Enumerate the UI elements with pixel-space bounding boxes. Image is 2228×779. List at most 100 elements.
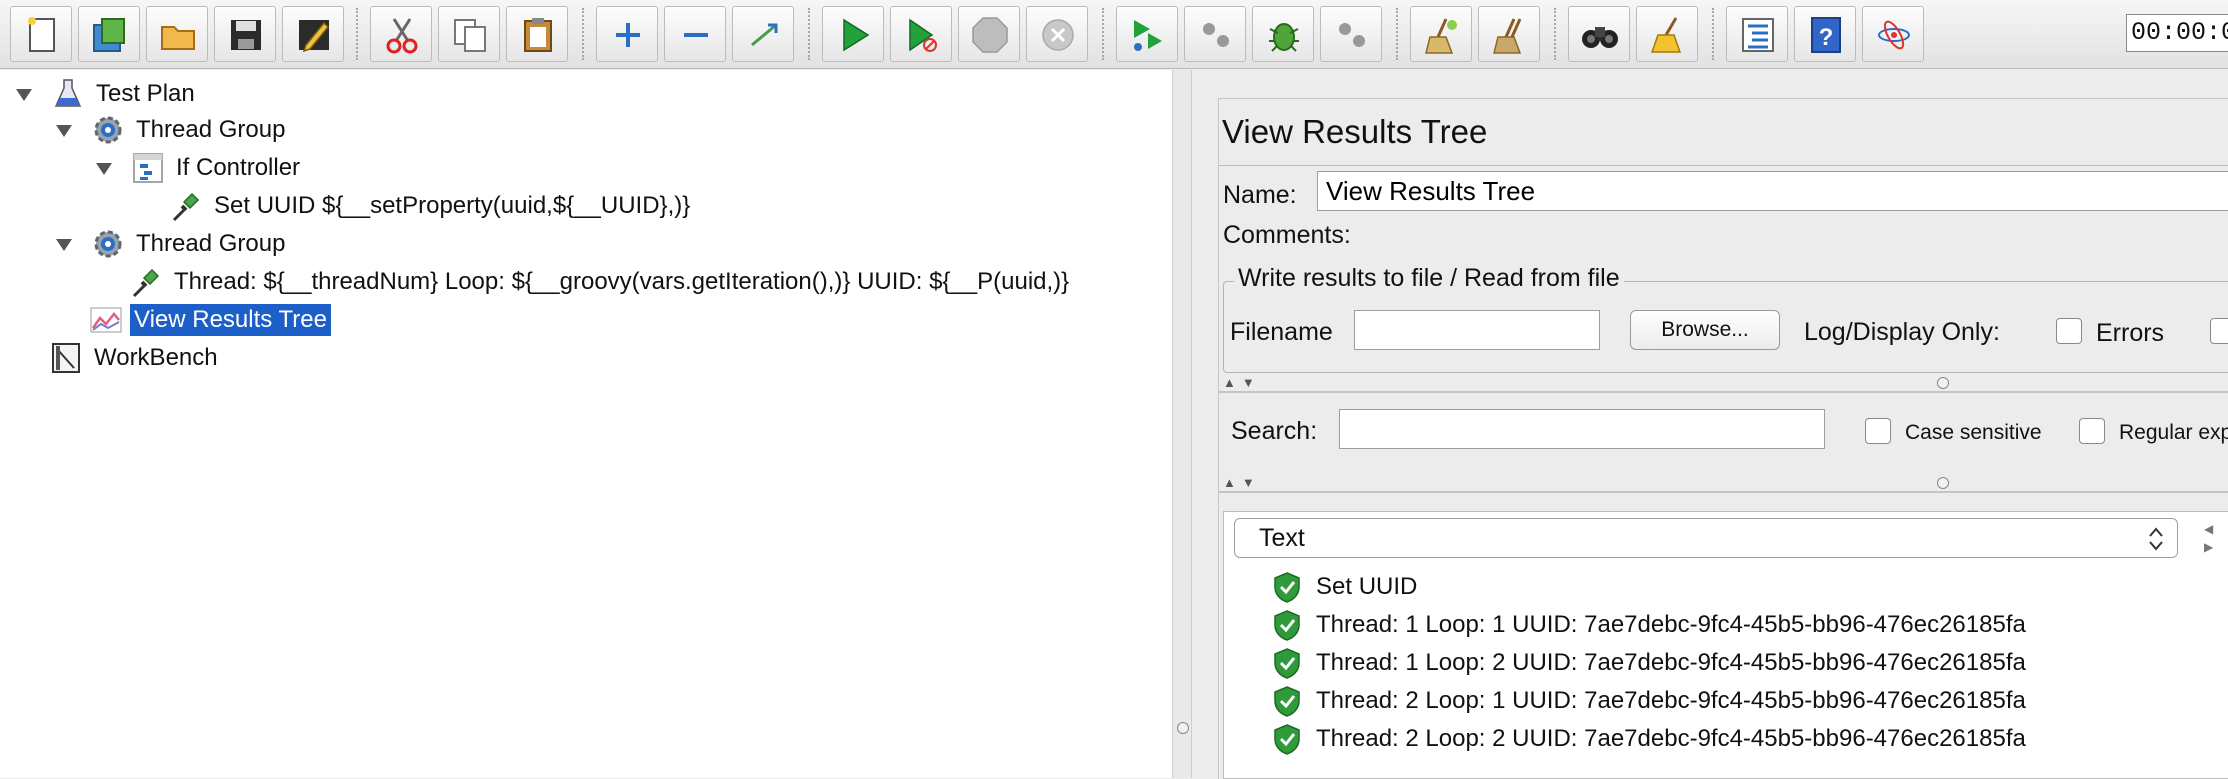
templates-icon — [93, 18, 125, 52]
search-input[interactable] — [1339, 409, 1825, 449]
success-shield-icon — [1274, 686, 1300, 717]
split-divider[interactable]: ▲▼ — [1219, 375, 2228, 393]
remote-start-icon — [1134, 20, 1162, 51]
tree-node-workbench[interactable]: WorkBench — [48, 340, 222, 376]
divider-grip[interactable] — [1937, 477, 1949, 489]
renderer-select[interactable]: Text — [1234, 518, 2178, 558]
filename-label: Filename — [1230, 318, 1333, 346]
save-button[interactable] — [214, 6, 276, 62]
name-label: Name: — [1223, 181, 1297, 209]
success-shield-icon — [1274, 572, 1300, 603]
expand-icon — [616, 23, 640, 47]
comments-field[interactable] — [1365, 213, 2228, 253]
tree-label: WorkBench — [94, 344, 218, 371]
function-helper-button[interactable] — [1726, 6, 1788, 62]
toolbar: ? 00:00:0 — [0, 0, 2228, 69]
errors-label: Errors — [2096, 319, 2165, 347]
result-row[interactable]: Set UUID — [1272, 570, 1417, 604]
success-shield-icon — [1274, 648, 1300, 679]
regex-checkbox[interactable] — [2079, 418, 2105, 444]
new-button[interactable] — [10, 6, 72, 62]
tree-node-thread-sampler[interactable]: Thread: ${__threadNum} Loop: ${__groovy(… — [128, 264, 1073, 300]
result-label: Thread: 2 Loop: 1 UUID: 7ae7debc-9fc4-45… — [1316, 687, 2026, 714]
clear-all-icon — [1493, 18, 1522, 54]
expand-toggle-icon[interactable] — [54, 119, 76, 141]
panel-title: View Results Tree — [1222, 113, 1488, 150]
regex-label: Regular exp — [2119, 421, 2228, 444]
tree-node-view-results-tree[interactable]: View Results Tree — [88, 302, 331, 338]
collapse-icon — [684, 33, 708, 37]
tree-label: Test Plan — [96, 80, 195, 107]
elapsed-timer: 00:00:0 — [2126, 14, 2228, 52]
collapse-arrows-icon[interactable]: ◀ ▶ — [2204, 520, 2213, 556]
tree-label: Thread Group — [136, 230, 286, 257]
divider-grip[interactable] — [1937, 377, 1949, 389]
search-button[interactable] — [1568, 6, 1630, 62]
remote-start-all-icon — [1203, 23, 1229, 47]
remote-start-all-button[interactable] — [1184, 6, 1246, 62]
case-sensitive-checkbox[interactable] — [1865, 418, 1891, 444]
search-label: Search: — [1231, 417, 1318, 445]
collapse-all-button[interactable] — [664, 6, 726, 62]
write-results-group: Write results to file / Read from file F… — [1223, 264, 2228, 373]
toggle-button[interactable] — [732, 6, 794, 62]
stop-button[interactable] — [958, 6, 1020, 62]
remote-shutdown-button[interactable] — [1320, 6, 1382, 62]
expand-toggle-icon[interactable] — [94, 157, 116, 179]
copy-icon — [454, 19, 486, 52]
remote-stop-button[interactable] — [1252, 6, 1314, 62]
tree-node-set-uuid-sampler[interactable]: Set UUID ${__setProperty(uuid,${__UUID},… — [168, 188, 694, 224]
reset-search-button[interactable] — [1636, 6, 1698, 62]
result-label: Thread: 1 Loop: 2 UUID: 7ae7debc-9fc4-45… — [1316, 649, 2026, 676]
open-button[interactable] — [146, 6, 208, 62]
toolbar-separator — [808, 8, 810, 60]
expand-all-button[interactable] — [596, 6, 658, 62]
errors-checkbox[interactable] — [2056, 318, 2082, 344]
result-row[interactable]: Thread: 1 Loop: 2 UUID: 7ae7debc-9fc4-45… — [1272, 646, 2026, 680]
divider-arrows-icon[interactable]: ▲▼ — [1223, 375, 1261, 390]
split-divider[interactable]: ▲▼ — [1219, 475, 2228, 493]
test-plan-tree: Test Plan Thread Group If Controller Set… — [0, 70, 1172, 778]
expand-toggle-icon[interactable] — [14, 83, 36, 105]
remote-start-button[interactable] — [1116, 6, 1178, 62]
browse-button[interactable]: Browse... — [1630, 310, 1780, 350]
expand-toggle-icon[interactable] — [54, 233, 76, 255]
result-row[interactable]: Thread: 2 Loop: 1 UUID: 7ae7debc-9fc4-45… — [1272, 684, 2026, 718]
pane-splitter[interactable] — [1172, 70, 1192, 778]
save-as-icon — [299, 20, 330, 53]
copy-button[interactable] — [438, 6, 500, 62]
start-button[interactable] — [822, 6, 884, 62]
start-no-pauses-button[interactable] — [890, 6, 952, 62]
results-pane: Text ◀ ▶ Set UUID Thread: 1 Loop: 1 UUID:… — [1223, 511, 2228, 779]
tree-node-thread-group[interactable]: Thread Group — [54, 226, 289, 262]
tree-node-test-plan[interactable]: Test Plan — [14, 76, 199, 112]
paste-icon — [524, 18, 552, 52]
clear-icon — [1425, 18, 1457, 54]
save-as-button[interactable] — [282, 6, 344, 62]
clear-button[interactable] — [1410, 6, 1472, 62]
remote-exit-button[interactable] — [1862, 6, 1924, 62]
help-button[interactable]: ? — [1794, 6, 1856, 62]
test-plan-icon — [50, 76, 86, 112]
filename-input[interactable] — [1354, 310, 1600, 350]
tree-label: Thread Group — [136, 116, 286, 143]
name-field[interactable] — [1317, 171, 2228, 211]
templates-button[interactable] — [78, 6, 140, 62]
toolbar-separator — [1554, 8, 1556, 60]
tree-node-if-controller[interactable]: If Controller — [94, 150, 304, 186]
paste-button[interactable] — [506, 6, 568, 62]
if-controller-icon — [130, 150, 166, 186]
result-row[interactable]: Thread: 2 Loop: 2 UUID: 7ae7debc-9fc4-45… — [1272, 722, 2026, 756]
shutdown-button[interactable] — [1026, 6, 1088, 62]
toolbar-separator — [582, 8, 584, 60]
clear-all-button[interactable] — [1478, 6, 1540, 62]
reset-search-icon — [1650, 17, 1682, 53]
divider-arrows-icon[interactable]: ▲▼ — [1223, 475, 1261, 490]
cut-button[interactable] — [370, 6, 432, 62]
tree-node-thread-group[interactable]: Thread Group — [54, 112, 289, 148]
splitter-grip[interactable] — [1177, 722, 1189, 734]
remote-stop-icon — [1269, 23, 1299, 52]
tree-label: If Controller — [176, 154, 301, 181]
result-row[interactable]: Thread: 1 Loop: 1 UUID: 7ae7debc-9fc4-45… — [1272, 608, 2026, 642]
successes-checkbox[interactable] — [2210, 318, 2228, 344]
